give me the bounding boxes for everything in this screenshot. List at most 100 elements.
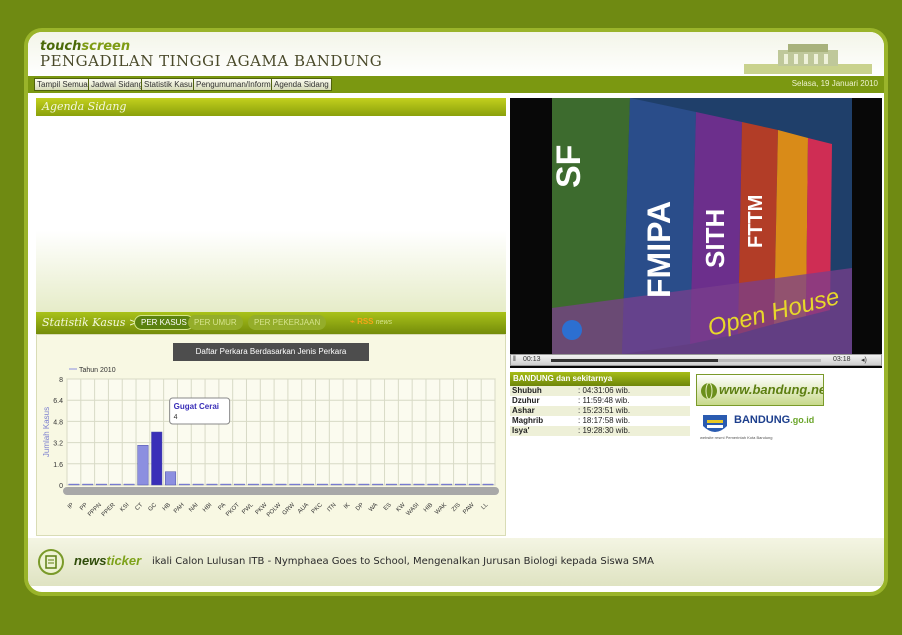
chart-box: Daftar Perkara Berdasarkan Jenis Perkara…	[36, 334, 506, 536]
x-tick-label: HBI	[202, 502, 214, 514]
bar-pper	[109, 483, 121, 486]
x-tick-label: KW	[396, 502, 407, 513]
rss-link[interactable]: ⌁ RSS news	[350, 317, 392, 326]
x-tick-label: PP	[79, 502, 89, 512]
bar-pkot	[234, 483, 245, 486]
x-tick-label: LL	[481, 502, 490, 511]
svg-text:FTTM: FTTM	[745, 195, 767, 248]
court-title: PENGADILAN TINGGI AGAMA BANDUNG	[40, 52, 383, 70]
x-tick-label: IP	[67, 502, 75, 510]
x-tick-label: PAH	[173, 502, 186, 515]
volume-icon[interactable]: ◂)	[861, 356, 867, 364]
x-tick-label: CT	[134, 502, 144, 512]
header: touchscreen PENGADILAN TINGGI AGAMA BAND…	[28, 32, 884, 76]
prayer-name: Isya'	[512, 426, 530, 435]
video-controls: ‖ 00:13 03:18 ◂)	[510, 354, 882, 366]
video-player[interactable]: SF FMIPA SITH FTTM Open House	[510, 98, 882, 368]
banner-bandung-go-id[interactable]: BANDUNG.go.id website resmi Pemerintah K…	[696, 410, 824, 444]
x-tick-label: WA	[368, 502, 379, 513]
prayer-time: : 04:31:06 wib.	[578, 386, 631, 395]
tab-per-umur[interactable]: PER UMUR	[188, 315, 243, 330]
tab-per-kasus[interactable]: PER KASUS	[134, 315, 194, 330]
ticker-logo-a: news	[74, 553, 107, 568]
prayer-title: BANDUNG dan sekitarnya	[510, 372, 690, 386]
agenda-title: Agenda Sidang	[42, 100, 127, 113]
agenda-panel: Agenda Sidang	[36, 98, 506, 312]
tab-per-pekerjaan[interactable]: PER PEKERJAAN	[248, 315, 327, 330]
bar-wak	[441, 483, 453, 486]
plot-area	[66, 378, 496, 486]
bar-pkc	[317, 483, 328, 486]
bar-pkw	[261, 483, 273, 486]
nav-statistik-kasus[interactable]: Statistik Kasus	[141, 78, 200, 91]
x-tick-label: ITN	[327, 502, 338, 513]
x-tick-label: PA	[218, 502, 228, 512]
x-tick-label: PPPN	[87, 502, 103, 518]
banner-domain-a: BANDUNG	[734, 414, 791, 426]
bar-ip	[68, 483, 80, 486]
prayer-time: : 15:23:51 wib.	[578, 406, 631, 415]
ticker-logo: newsticker	[74, 553, 141, 568]
nav-agenda-sidang[interactable]: Agenda Sidang	[271, 78, 332, 91]
prayer-time: : 18:17:58 wib.	[578, 416, 631, 425]
tooltip-value: 4	[174, 414, 178, 421]
prayer-row: Isya': 19:28:30 wib.	[510, 426, 690, 436]
rss-icon: ⌁	[350, 317, 355, 326]
nav-tampil-semua[interactable]: Tampil Semua	[34, 78, 91, 91]
banner-bandung-net[interactable]: www.bandung.net	[696, 374, 824, 406]
prayer-times: BANDUNG dan sekitarnya Shubuh : 04:31:06 …	[510, 372, 690, 440]
y-tick-label: 0	[59, 483, 63, 490]
rss-label: RSS	[357, 317, 374, 326]
x-tick-label: GC	[148, 502, 159, 513]
bar-polw	[275, 483, 287, 486]
bar-grw	[289, 483, 301, 486]
video-time-current: 00:13	[523, 356, 541, 363]
prayer-name: Maghrib	[512, 416, 544, 425]
x-tick-label: KSI	[119, 502, 130, 513]
x-axis-base	[63, 487, 499, 495]
svg-text:FMIPA: FMIPA	[641, 201, 677, 298]
nav-jadwal-sidang[interactable]: Jadwal Sidang	[88, 78, 147, 91]
bar-hib	[427, 483, 439, 486]
x-tick-label: PKC	[311, 502, 324, 515]
video-time-total: 03:18	[833, 356, 851, 363]
bar-pah	[178, 483, 190, 486]
bar-hbi	[206, 483, 218, 486]
x-tick-label: WAK	[434, 502, 448, 516]
tooltip-label: Gugat Cerai	[174, 402, 219, 411]
pause-icon[interactable]: ‖	[513, 356, 516, 363]
y-tick-label: 8	[59, 377, 63, 384]
bar-es	[386, 483, 397, 486]
y-tick-label: 6.4	[53, 398, 63, 405]
banner-subtitle: website resmi Pemerintah Kota Bandung	[700, 435, 773, 440]
ticker-message[interactable]: ikali Calon Lulusan ITB - Nymphaea Goes …	[152, 556, 654, 567]
nav-bar: Tampil Semua Jadwal Sidang Statistik Kas…	[28, 76, 884, 93]
bar-itn	[330, 483, 342, 486]
legend-label: Tahun 2010	[79, 367, 116, 374]
rss-note: news	[375, 319, 393, 326]
bar-dp	[358, 483, 370, 486]
globe-icon	[701, 382, 717, 400]
prayer-row: Dzuhur: 11:59:48 wib.	[510, 396, 690, 406]
prayer-name: Dzuhur	[512, 396, 540, 405]
bar-gc	[151, 431, 163, 486]
y-tick-label: 4.8	[53, 419, 63, 426]
news-ticker: newsticker ikali Calon Lulusan ITB - Nym…	[28, 538, 884, 586]
x-tick-label: HB	[162, 502, 172, 512]
y-tick-label: 3.2	[53, 441, 63, 448]
x-tick-label: ES	[383, 502, 393, 512]
bar-aua	[303, 483, 315, 486]
prayer-name: Shubuh	[512, 386, 542, 395]
building-illustration	[744, 44, 872, 74]
bar-pwl	[247, 483, 259, 486]
current-date: Selasa, 19 Januari 2010	[791, 79, 878, 88]
bar-zis	[455, 483, 466, 486]
x-tick-label: DP	[355, 502, 365, 512]
x-tick-label: AUA	[297, 502, 310, 515]
bar-ksi	[123, 483, 135, 486]
x-tick-label: POLW	[266, 502, 283, 519]
bar-ik	[344, 483, 356, 486]
svg-text:SF: SF	[550, 145, 588, 188]
chart-title: Daftar Perkara Berdasarkan Jenis Perkara	[173, 343, 369, 361]
case-chart: 0 1.6 3.2 4.8 6.4 8 Jumlah Kasus Tahun 2010 IP PP…	[42, 367, 499, 519]
